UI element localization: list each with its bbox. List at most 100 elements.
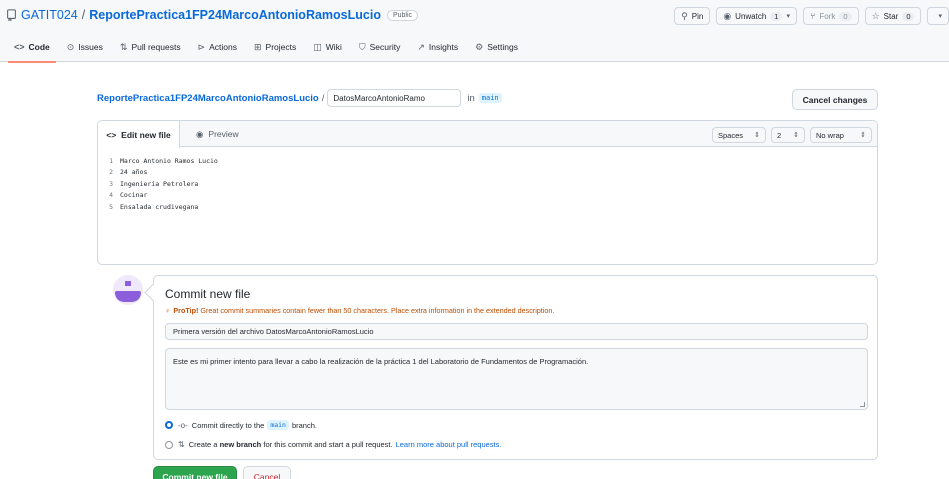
- cancel-button[interactable]: Cancel: [243, 466, 291, 479]
- tab-pull-requests[interactable]: ⇅ Pull requests: [120, 42, 181, 62]
- star-dropdown-button[interactable]: ▾: [927, 7, 949, 25]
- line-text: Ingeniería Petrolera: [120, 179, 199, 188]
- commit-icon: -o-: [178, 420, 188, 430]
- resize-handle-icon[interactable]: [860, 402, 865, 407]
- repo-icon: [7, 9, 16, 21]
- select-arrows-icon: ⇕: [754, 132, 760, 139]
- filename-input[interactable]: DatosMarcoAntonioRamo: [327, 89, 462, 107]
- line-text: Marco Antonio Ramos Lucio: [120, 156, 218, 165]
- pin-icon: ⚲: [681, 10, 688, 21]
- tab-issues[interactable]: ⊙ Issues: [67, 42, 103, 62]
- tab-settings[interactable]: ⚙ Settings: [475, 42, 518, 62]
- commit-description-text: Este es mi primer intento para llevar a …: [173, 357, 589, 366]
- line-number: 2: [109, 168, 113, 177]
- commit-title: Commit new file: [165, 287, 251, 301]
- file-editor: <> Edit new file ◉ Preview Spaces ⇕ 2 ⇕ …: [97, 120, 878, 265]
- fork-icon: ⑂: [809, 11, 816, 21]
- repo-actions: ⚲ Pin ◉ Unwatch 1 ▾ ⑂ Fork 0 ☆ Star 0 ▾: [674, 7, 949, 25]
- branch-label: main: [478, 93, 502, 103]
- avatar-body-shape: [115, 291, 141, 302]
- tab-edit-new-file[interactable]: <> Edit new file: [98, 121, 180, 148]
- unwatch-count: 1: [770, 11, 783, 21]
- select-arrows-icon: ⇕: [860, 132, 866, 139]
- breadcrumb: ReportePractica1FP24MarcoAntonioRamosLuc…: [97, 89, 502, 107]
- wrap-mode-select[interactable]: No wrap ⇕: [810, 127, 872, 143]
- avatar: [113, 275, 143, 305]
- new-branch-option[interactable]: ⇅ Create a new branch for this commit an…: [165, 440, 502, 449]
- unwatch-label: Unwatch: [735, 11, 767, 21]
- radio-new-branch[interactable]: [165, 440, 173, 449]
- pin-button[interactable]: ⚲ Pin: [674, 7, 711, 25]
- cancel-changes-button[interactable]: Cancel changes: [792, 89, 878, 110]
- unwatch-button[interactable]: ◉ Unwatch 1 ▾: [716, 7, 797, 25]
- tab-actions[interactable]: ⊳ Actions: [198, 42, 237, 62]
- indent-size-select[interactable]: 2 ⇕: [771, 127, 805, 143]
- tab-wiki[interactable]: ◫ Wiki: [313, 42, 342, 62]
- tab-preview-label: Preview: [208, 129, 239, 139]
- star-button[interactable]: ☆ Star 0: [864, 7, 922, 25]
- tab-actions-label: Actions: [209, 42, 237, 52]
- new-branch-prefix: Create a: [188, 440, 218, 449]
- shield-icon: ⛉: [358, 42, 366, 52]
- chevron-down-icon: ▾: [938, 13, 942, 20]
- repo-name-link[interactable]: ReportePractica1FP24MarcoAntonioRamosLuc…: [89, 8, 381, 22]
- repo-title: GATIT024 / ReportePractica1FP24MarcoAnto…: [6, 8, 419, 22]
- tab-preview[interactable]: ◉ Preview: [196, 121, 239, 147]
- chevron-down-icon: ▾: [786, 13, 790, 20]
- eye-icon: ◉: [196, 128, 204, 139]
- code-line: 2 24 años: [98, 167, 877, 179]
- eye-icon: ◉: [723, 10, 732, 21]
- commit-direct-prefix: Commit directly to the: [191, 420, 265, 430]
- pull-request-icon: ⇅: [119, 42, 128, 52]
- tab-edit-label: Edit new file: [121, 129, 171, 140]
- select-arrows-icon: ⇕: [793, 132, 799, 139]
- line-number: 4: [109, 191, 113, 200]
- commit-direct-suffix: branch.: [291, 420, 317, 430]
- tab-security[interactable]: ⛉ Security: [359, 42, 400, 62]
- new-branch-bold: new branch: [219, 440, 262, 449]
- code-line: 4 Cocinar: [98, 190, 877, 202]
- breadcrumb-in-label: in: [467, 92, 475, 104]
- learn-more-link[interactable]: Learn more about pull requests.: [396, 440, 502, 449]
- line-number: 1: [109, 156, 113, 165]
- repo-header: GATIT024 / ReportePractica1FP24MarcoAnto…: [0, 0, 949, 63]
- light-bulb-icon: ♀: [165, 306, 171, 315]
- code-icon: <>: [14, 42, 25, 52]
- line-text: 24 años: [120, 168, 148, 177]
- commit-direct-option[interactable]: -o- Commit directly to the main branch.: [165, 420, 317, 430]
- fork-label: Fork: [819, 11, 836, 21]
- tab-code[interactable]: <> Code: [8, 42, 56, 63]
- graph-icon: ↗: [417, 42, 425, 52]
- tab-issues-label: Issues: [78, 42, 103, 52]
- book-icon: ◫: [313, 42, 322, 52]
- play-icon: ⊳: [197, 42, 206, 52]
- pull-request-icon: ⇅: [178, 440, 185, 449]
- breadcrumb-repo-link[interactable]: ReportePractica1FP24MarcoAntonioRamosLuc…: [97, 93, 319, 104]
- code-line: 1 Marco Antonio Ramos Lucio: [98, 155, 877, 167]
- line-text: Cocinar: [120, 191, 148, 200]
- commit-description-textarea[interactable]: Este es mi primer intento para llevar a …: [165, 348, 868, 410]
- pin-label: Pin: [691, 11, 704, 21]
- repo-owner-link[interactable]: GATIT024: [21, 8, 78, 22]
- protip-text: Great commit summaries contain fewer tha…: [200, 306, 555, 315]
- tab-projects[interactable]: ⊞ Projects: [254, 42, 296, 62]
- code-area[interactable]: 1 Marco Antonio Ramos Lucio 2 24 años 3 …: [98, 147, 877, 213]
- fork-button[interactable]: ⑂ Fork 0: [802, 7, 859, 25]
- tab-insights[interactable]: ↗ Insights: [417, 42, 458, 62]
- line-text: Ensalada crudivegana: [120, 202, 199, 211]
- commit-new-file-button[interactable]: Commit new file: [153, 466, 237, 479]
- star-label: Star: [883, 11, 899, 21]
- new-branch-suffix: for this commit and start a pull request…: [263, 440, 393, 449]
- tab-wiki-label: Wiki: [325, 42, 342, 52]
- protip-label: ProTip!: [173, 306, 199, 315]
- table-icon: ⊞: [254, 42, 262, 52]
- indent-mode-select[interactable]: Spaces ⇕: [712, 127, 766, 143]
- tab-settings-label: Settings: [487, 42, 518, 52]
- code-line: 5 Ensalada crudivegana: [98, 201, 877, 213]
- line-number: 3: [109, 179, 113, 188]
- code-icon: <>: [106, 129, 117, 140]
- indent-size-value: 2: [777, 130, 782, 140]
- commit-summary-input[interactable]: Primera versión del archivo DatosMarcoAn…: [165, 323, 868, 340]
- tab-insights-label: Insights: [428, 42, 459, 52]
- radio-commit-direct[interactable]: [165, 421, 173, 429]
